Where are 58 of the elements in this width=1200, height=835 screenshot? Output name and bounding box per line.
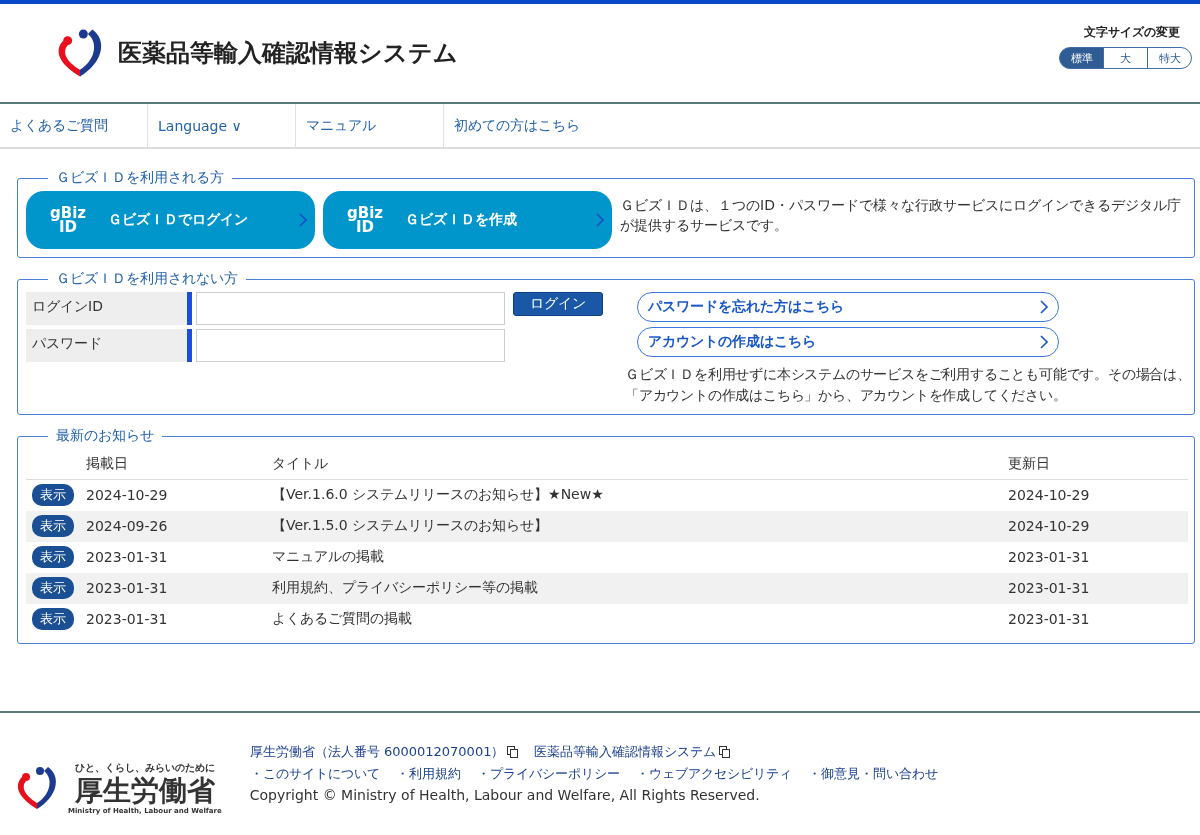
- logo-tagline: ひと、くらし、みらいのために: [74, 761, 215, 775]
- font-size-button[interactable]: 大: [1103, 47, 1148, 69]
- gbiz-description: ＧビズＩＤは、１つのID・パスワードで様々な行政サービスにログインできるデジタル庁が提供するサービスです。: [620, 196, 1182, 235]
- font-size-button[interactable]: 標準: [1059, 47, 1104, 69]
- table-cell: 2023-01-31: [1008, 541, 1188, 573]
- footer-link[interactable]: ・プライバシーポリシー: [476, 765, 620, 783]
- nav-link[interactable]: よくあるご質問: [0, 104, 148, 147]
- font-size-label: 文字サイズの変更: [1084, 24, 1180, 41]
- chevron-right-icon: [299, 213, 307, 227]
- field-label: パスワード: [26, 329, 192, 362]
- note-text: ＧビズＩＤを利用せずに本システムのサービスをご利用することも可能です。その場合は、「アカウントの作成はこちら」から、アカウントを作成してください。: [625, 365, 1192, 405]
- table-cell: 2023-01-31: [1008, 572, 1188, 604]
- chevron-right-icon: [1040, 300, 1048, 314]
- footer-link[interactable]: ・このサイトについて: [249, 765, 380, 783]
- section-legend: ＧビズＩＤを利用されない方: [48, 270, 246, 288]
- table-cell: 2024-10-29: [86, 479, 272, 511]
- view-button[interactable]: 表示: [32, 484, 74, 507]
- column-header: タイトル: [272, 449, 1008, 480]
- view-button[interactable]: 表示: [32, 577, 74, 599]
- site-title: 医薬品等輸入確認情報システム: [118, 38, 458, 69]
- font-size-button[interactable]: 特大: [1147, 47, 1192, 69]
- copy-icon: [719, 746, 731, 758]
- column-header: 更新日: [1008, 449, 1188, 480]
- nav-link[interactable]: 初めての方はこちら: [444, 104, 592, 147]
- column-header: 掲載日: [86, 449, 272, 480]
- footer-link[interactable]: ・御意見・問い合わせ: [807, 765, 938, 783]
- chevron-right-icon: [596, 213, 604, 227]
- view-button[interactable]: 表示: [32, 515, 74, 537]
- view-button[interactable]: 表示: [32, 546, 74, 568]
- table-cell: 利用規約、プライバシーポリシー等の掲載: [272, 572, 1008, 604]
- footer-link[interactable]: ・ウェブアクセシビリティ: [635, 765, 792, 783]
- chevron-right-icon: [1040, 335, 1048, 349]
- table-cell: 2024-10-29: [1008, 510, 1188, 542]
- section-legend: 最新のお知らせ: [48, 427, 162, 445]
- table-cell: マニュアルの掲載: [272, 541, 1008, 573]
- footer-link[interactable]: ・利用規約: [395, 765, 461, 783]
- input-field[interactable]: [196, 292, 505, 325]
- nav-link[interactable]: Language ∨: [148, 104, 296, 147]
- login-button[interactable]: ログイン: [513, 292, 603, 316]
- table-cell: よくあるご質問の掲載: [272, 603, 1008, 635]
- field-label: ログインID: [26, 292, 192, 325]
- table-cell: 2024-10-29: [1008, 479, 1188, 511]
- copyright-text: Copyright © Ministry of Health, Labour and Welfare, All Rights Reserved.: [249, 787, 761, 803]
- section-legend: ＧビズＩＤを利用される方: [48, 169, 232, 187]
- input-field[interactable]: [196, 329, 505, 362]
- copy-icon: [507, 746, 519, 758]
- table-cell: 2023-01-31: [86, 541, 272, 573]
- view-button[interactable]: 表示: [32, 608, 74, 630]
- table-cell: 2023-01-31: [86, 572, 272, 604]
- table-cell: 【Ver.1.6.0 システムリリースのお知らせ】★New★: [272, 479, 1008, 511]
- table-cell: 2023-01-31: [86, 603, 272, 635]
- nav-link[interactable]: マニュアル: [296, 104, 444, 147]
- footer-link[interactable]: 医薬品等輸入確認情報システム: [534, 743, 731, 761]
- logo-name: 厚生労働省: [74, 775, 215, 807]
- table-cell: 2024-09-26: [86, 510, 272, 542]
- footer-link[interactable]: 厚生労働省（法人番号 6000012070001）: [249, 743, 519, 761]
- table-cell: 2023-01-31: [1008, 603, 1188, 635]
- table-cell: 【Ver.1.5.0 システムリリースのお知らせ】: [272, 510, 1008, 542]
